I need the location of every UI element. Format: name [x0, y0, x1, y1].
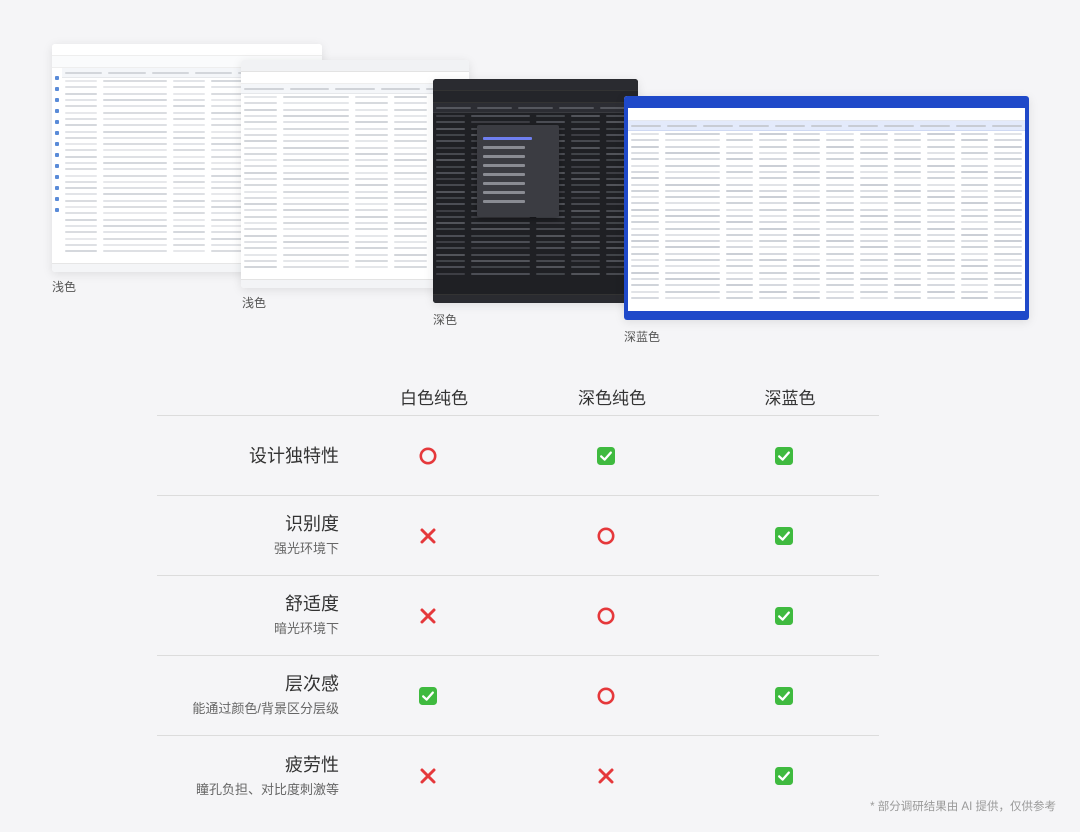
table-cell: [517, 526, 695, 546]
column-header: 深蓝色: [764, 389, 816, 408]
table-cell: [517, 766, 695, 786]
row-label: 设计独特性: [157, 444, 339, 468]
screenshot-caption: 浅色: [52, 280, 77, 294]
criterion-name: 舒适度: [285, 594, 339, 614]
screenshot-caption: 深蓝色: [624, 330, 661, 344]
table-cell: [339, 606, 517, 626]
table-cell: [695, 686, 873, 706]
criterion-note: 瞳孔负担、对比度刺激等: [195, 781, 339, 797]
table-cell: [695, 766, 873, 786]
table-grid: [628, 121, 1025, 301]
check-box-icon: [774, 606, 794, 626]
footnote: * 部分调研结果由 AI 提供，仅供参考: [870, 801, 1056, 813]
window-titlebar: [241, 60, 469, 72]
screenshot-caption: 浅色: [242, 296, 267, 310]
window-titlebar: [52, 44, 322, 56]
table-cell: [517, 606, 695, 626]
table-row: 层次感能通过颜色/背景区分层级: [157, 656, 879, 736]
column-header: 深色纯色: [578, 389, 646, 408]
status-bar: [624, 311, 1029, 320]
circle-icon: [418, 446, 438, 466]
criterion-name: 设计独特性: [249, 445, 339, 466]
cross-icon: [418, 766, 438, 786]
table-cell: [339, 446, 517, 466]
table-cell: [517, 446, 695, 466]
check-box-icon: [774, 446, 794, 466]
table-row: 舒适度暗光环境下: [157, 576, 879, 656]
screenshot-dark-theme: [433, 79, 638, 303]
criterion-note: 暗光环境下: [273, 621, 339, 636]
check-box-icon: [774, 686, 794, 706]
table-cell: [517, 686, 695, 706]
status-bar: [433, 294, 638, 303]
comparison-table: 白色纯色 深色纯色 深蓝色 设计独特性识别度强光环境下舒适度暗光环境下层次感能通…: [157, 378, 879, 816]
table-cell: [339, 686, 517, 706]
column-header: 白色纯色: [400, 389, 468, 408]
check-box-icon: [774, 766, 794, 786]
criterion-name: 识别度: [285, 514, 339, 534]
circle-icon: [596, 686, 616, 706]
context-menu: [477, 125, 559, 217]
table-cell: [339, 766, 517, 786]
table-cell: [339, 526, 517, 546]
sidebar-icons: [52, 56, 62, 263]
table-cell: [695, 526, 873, 546]
window-titlebar: [433, 79, 638, 91]
check-box-icon: [418, 686, 438, 706]
criterion-name: 层次感: [285, 674, 339, 694]
check-box-icon: [774, 526, 794, 546]
table-row: 疲劳性瞳孔负担、对比度刺激等: [157, 736, 879, 816]
row-label: 舒适度暗光环境下: [157, 592, 339, 639]
table-cell: [695, 446, 873, 466]
screenshot-caption: 深色: [433, 313, 458, 327]
table-row: 识别度强光环境下: [157, 496, 879, 576]
criterion-note: 强光环境下: [273, 541, 339, 556]
check-box-icon: [596, 446, 616, 466]
row-label: 疲劳性瞳孔负担、对比度刺激等: [157, 753, 339, 800]
row-label: 层次感能通过颜色/背景区分层级: [157, 672, 339, 719]
table-header-row: 白色纯色 深色纯色 深蓝色: [157, 378, 879, 416]
window-titlebar: [624, 96, 1029, 108]
table-cell: [695, 606, 873, 626]
row-label: 识别度强光环境下: [157, 512, 339, 559]
criterion-note: 能通过颜色/背景区分层级: [192, 701, 339, 716]
criterion-name: 疲劳性: [285, 754, 339, 775]
circle-icon: [596, 606, 616, 626]
table-row: 设计独特性: [157, 416, 879, 496]
cross-icon: [418, 606, 438, 626]
circle-icon: [596, 526, 616, 546]
cross-icon: [418, 526, 438, 546]
toolbar: [624, 108, 1029, 121]
cross-icon: [596, 766, 616, 786]
toolbar: [433, 91, 638, 103]
screenshot-deep-blue-theme: [624, 96, 1029, 320]
